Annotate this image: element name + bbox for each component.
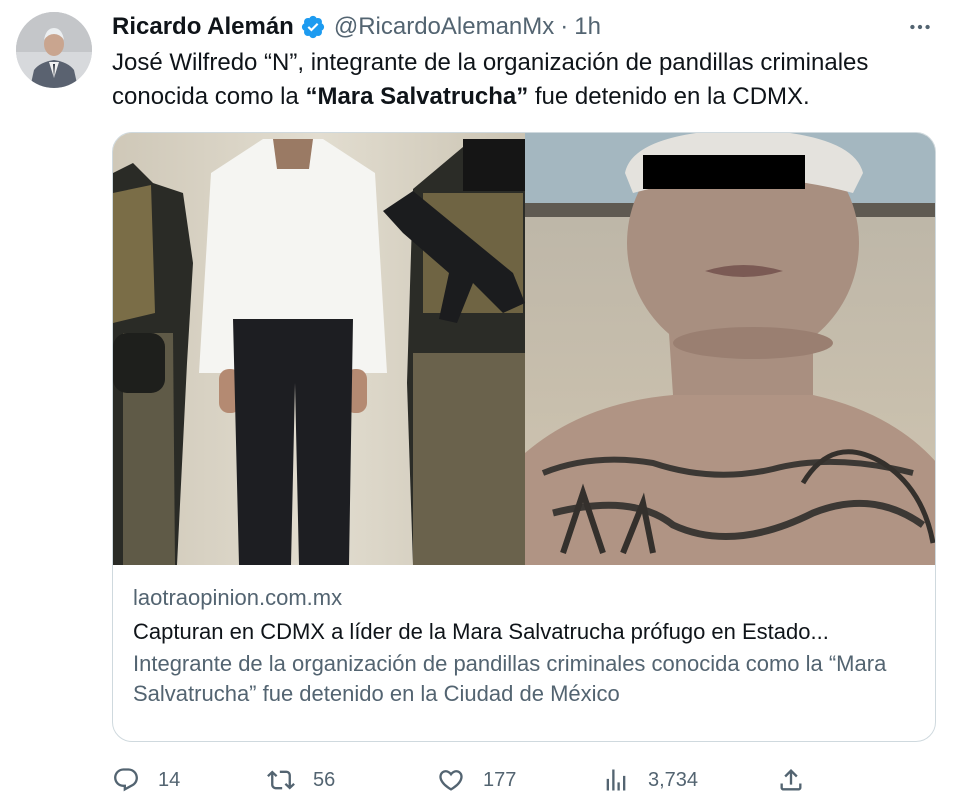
- tweet-text-bold: “Mara Salvatrucha”: [305, 83, 529, 110]
- reply-button[interactable]: 14: [112, 766, 267, 794]
- avatar-image: [16, 12, 92, 88]
- tweet-header: Ricardo Alemán @RicardoAlemanMx · 1h: [112, 10, 940, 44]
- verified-icon: [300, 14, 326, 40]
- card-title: Capturan en CDMX a líder de la Mara Salv…: [133, 619, 829, 644]
- card-domain: laotraopinion.com.mx: [133, 585, 343, 610]
- views-button[interactable]: 3,734: [602, 766, 777, 794]
- card-info: laotraopinion.com.mx Capturan en CDMX a …: [133, 581, 915, 709]
- like-button[interactable]: 177: [437, 766, 602, 794]
- views-icon: [606, 769, 626, 791]
- like-count: 177: [483, 768, 517, 791]
- more-icon[interactable]: [900, 10, 940, 44]
- tweet-actions: 14 56 177 3,734: [112, 762, 932, 798]
- tweet-time[interactable]: 1h: [574, 13, 601, 41]
- avatar[interactable]: [16, 12, 92, 88]
- tweet-text: José Wilfredo “N”, integrante de la orga…: [112, 46, 932, 114]
- link-card[interactable]: laotraopinion.com.mx Capturan en CDMX a …: [112, 132, 936, 742]
- card-description: Integrante de la organización de pandill…: [133, 651, 887, 706]
- separator-dot: ·: [560, 13, 569, 40]
- views-count: 3,734: [648, 768, 699, 791]
- author-name[interactable]: Ricardo Alemán: [112, 13, 294, 41]
- author-handle[interactable]: @RicardoAlemanMx: [334, 13, 554, 41]
- reply-icon: [114, 768, 138, 792]
- share-icon: [780, 769, 802, 791]
- reply-count: 14: [158, 768, 181, 791]
- card-image: [113, 133, 935, 565]
- retweet-button[interactable]: 56: [267, 766, 437, 794]
- retweet-icon: [267, 770, 295, 790]
- like-icon: [439, 770, 463, 791]
- retweet-count: 56: [313, 768, 336, 791]
- share-button[interactable]: [777, 766, 805, 794]
- tweet-text-part2: fue detenido en la CDMX.: [528, 83, 810, 110]
